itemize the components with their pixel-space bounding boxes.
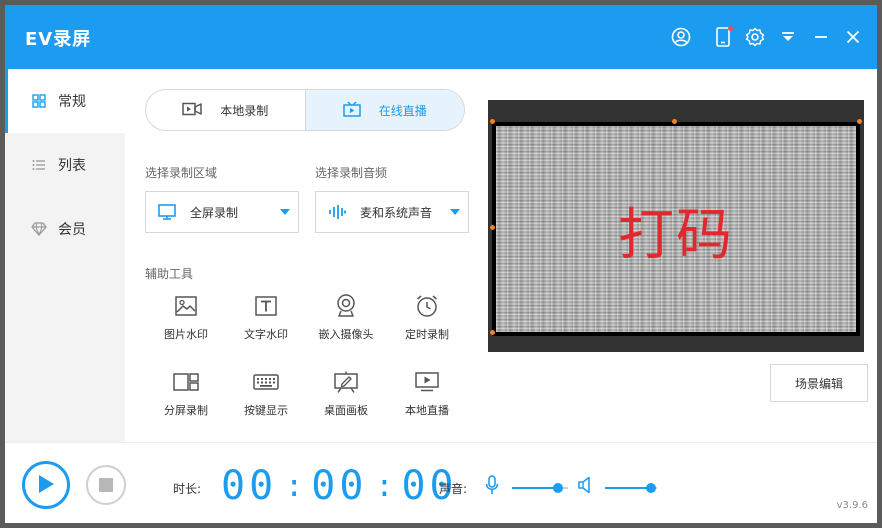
scene-edit-button[interactable]: 场景编辑: [770, 364, 868, 402]
timer-separator: :: [285, 468, 304, 504]
resize-handle[interactable]: [490, 330, 495, 335]
tool-label: 本地直播: [405, 404, 449, 417]
record-audio-value: 麦和系统声音: [360, 205, 433, 220]
tool-image-watermark[interactable]: 图片水印: [146, 292, 226, 352]
tab-live-stream[interactable]: 在线直播: [305, 90, 464, 130]
tab-label: 本地录制: [220, 103, 269, 118]
drawing-board-icon: [334, 368, 358, 396]
list-icon: [31, 157, 47, 173]
slider-handle[interactable]: [645, 483, 656, 493]
tool-label: 图片水印: [164, 328, 208, 341]
close-icon[interactable]: [841, 25, 865, 49]
notification-dot: [728, 26, 733, 31]
resize-handle[interactable]: [857, 119, 862, 124]
tool-embed-webcam[interactable]: 嵌入摄像头: [306, 292, 386, 352]
mode-tabs: 本地录制 在线直播: [145, 89, 465, 131]
tool-key-display[interactable]: 按键显示: [226, 368, 306, 428]
preview-stamp-text: 打码: [618, 203, 734, 268]
video-camera-icon: [182, 102, 220, 119]
diamond-icon: [31, 221, 47, 237]
preview-screen: 打码: [492, 122, 860, 336]
tool-label: 定时录制: [405, 328, 449, 341]
record-audio-select[interactable]: 麦和系统声音: [315, 191, 469, 233]
sidebar-item-label: 会员: [58, 222, 86, 238]
monitor-icon: [158, 204, 176, 220]
start-record-button[interactable]: [22, 461, 70, 509]
sidebar-item-label: 列表: [58, 158, 86, 174]
tool-local-live[interactable]: 本地直播: [387, 368, 467, 428]
app-window: EV录屏 常规 列表 会员 本地录制 在线直播 选择录制区域 全屏录制 选择录制…: [5, 5, 877, 523]
bottom-bar: 时长: 00 : 00 : 00 声音: v3.9.6: [5, 442, 877, 523]
tool-split-screen[interactable]: 分屏录制: [146, 368, 226, 428]
timer-separator: :: [375, 468, 394, 504]
play-screen-icon: [415, 368, 439, 396]
tool-label: 桌面画板: [324, 404, 368, 417]
sidebar-item-member[interactable]: 会员: [5, 197, 125, 261]
audio-wave-icon: [328, 204, 346, 220]
tool-scheduled-record[interactable]: 定时录制: [387, 292, 467, 352]
microphone-icon[interactable]: [485, 475, 499, 498]
chevron-down-icon: [450, 209, 460, 215]
record-area-select[interactable]: 全屏录制: [145, 191, 299, 233]
user-circle-icon[interactable]: [669, 25, 693, 49]
speaker-icon[interactable]: [578, 476, 594, 497]
alarm-clock-icon: [415, 292, 439, 320]
image-icon: [175, 292, 197, 320]
app-title: EV录屏: [25, 29, 92, 50]
record-audio-label: 选择录制音频: [315, 166, 388, 180]
webcam-icon: [335, 292, 357, 320]
tool-text-watermark[interactable]: 文字水印: [226, 292, 306, 352]
volume-label: 声音:: [439, 482, 468, 496]
sidebar-item-general[interactable]: 常规: [5, 69, 125, 133]
resize-handle[interactable]: [490, 225, 495, 230]
tool-label: 文字水印: [244, 328, 288, 341]
tool-desktop-board[interactable]: 桌面画板: [306, 368, 386, 428]
chevron-down-icon: [280, 209, 290, 215]
tool-label: 嵌入摄像头: [318, 328, 374, 341]
timer-hours: 00: [221, 463, 278, 509]
speaker-volume-slider[interactable]: [605, 483, 657, 493]
text-t-icon: [255, 292, 277, 320]
sidebar-item-label: 常规: [58, 94, 86, 110]
record-area-value: 全屏录制: [190, 205, 239, 220]
stop-record-button[interactable]: [86, 465, 126, 505]
sidebar-item-list[interactable]: 列表: [5, 133, 125, 197]
stop-icon: [99, 478, 113, 492]
timer-minutes: 00: [311, 463, 368, 509]
record-area-label: 选择录制区域: [145, 166, 218, 180]
keyboard-icon: [253, 368, 279, 396]
record-timer: 00 : 00 : 00: [221, 464, 458, 508]
split-screen-icon: [173, 368, 199, 396]
phone-icon[interactable]: [711, 25, 735, 49]
resize-handle[interactable]: [672, 119, 677, 124]
tools-label: 辅助工具: [145, 267, 194, 281]
tab-label: 在线直播: [378, 103, 427, 118]
dropdown-menu-icon[interactable]: [776, 25, 800, 49]
sidebar: 常规 列表 会员: [5, 69, 125, 442]
tab-local-record[interactable]: 本地录制: [146, 90, 305, 130]
grid-icon: [31, 93, 47, 109]
live-preview[interactable]: 打码: [488, 100, 864, 352]
mic-volume-slider[interactable]: [512, 483, 568, 493]
minimize-icon[interactable]: [809, 25, 833, 49]
title-bar[interactable]: EV录屏: [5, 5, 877, 69]
settings-gear-icon[interactable]: [743, 25, 767, 49]
tv-broadcast-icon: [342, 100, 379, 120]
tool-label: 分屏录制: [164, 404, 208, 417]
duration-label: 时长:: [173, 482, 202, 496]
resize-handle[interactable]: [490, 119, 495, 124]
version-label: v3.9.6: [836, 500, 868, 511]
play-icon: [36, 473, 56, 498]
slider-handle[interactable]: [552, 483, 563, 493]
tool-label: 按键显示: [244, 404, 288, 417]
